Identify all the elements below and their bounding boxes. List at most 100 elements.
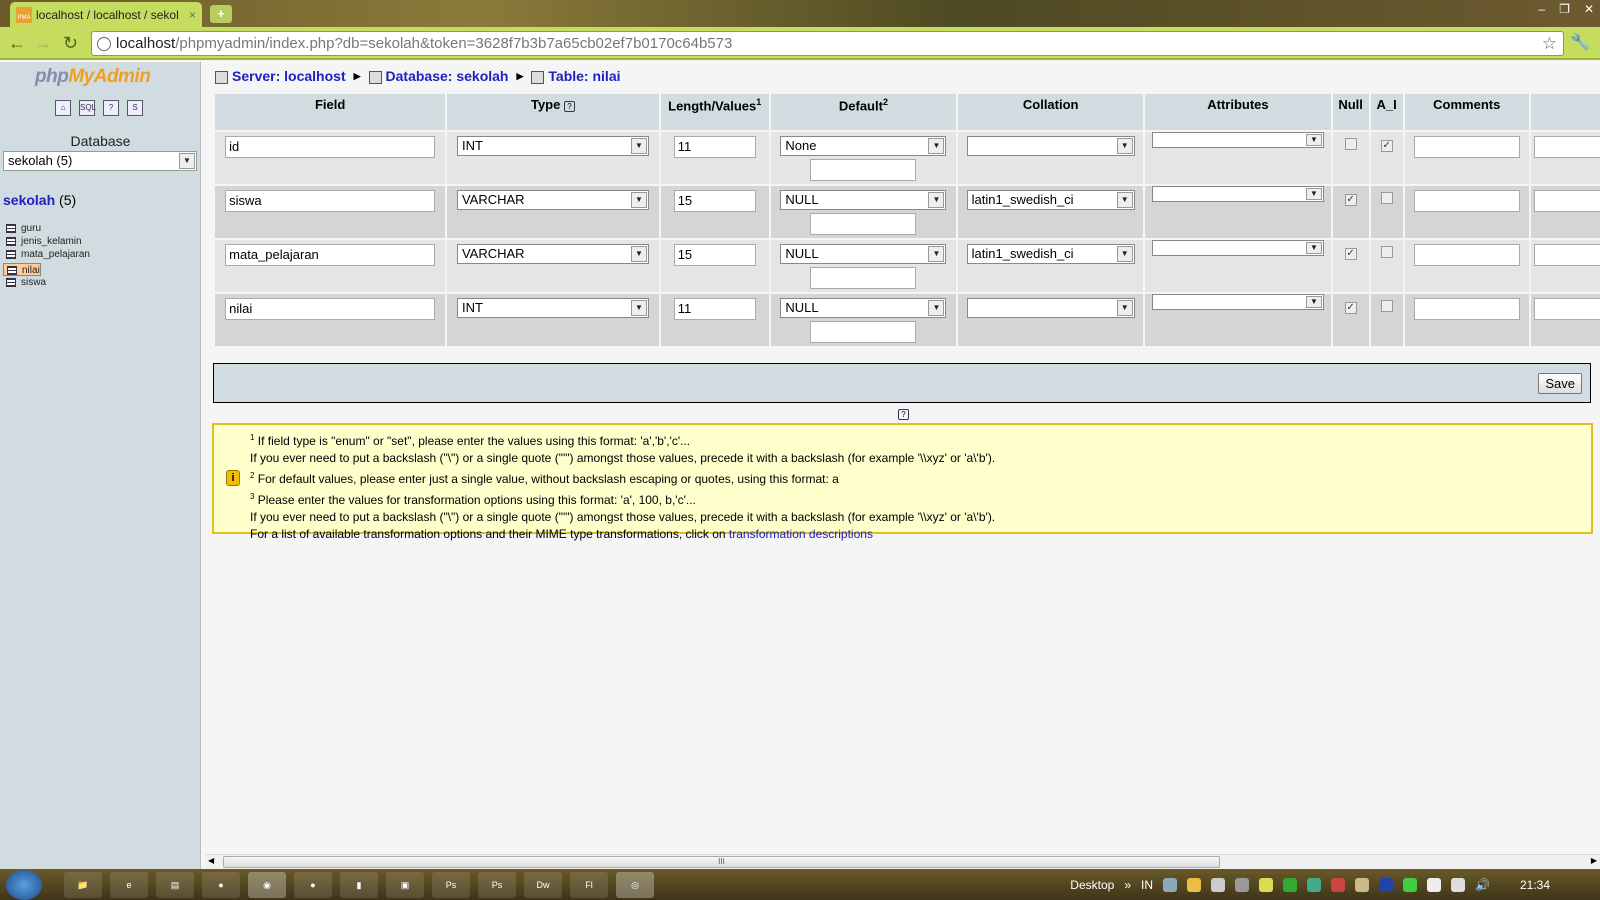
mime-input[interactable] <box>1533 244 1600 266</box>
app-taskbar-icon[interactable]: ● <box>294 871 332 898</box>
bookmark-star-icon[interactable]: ☆ <box>1542 32 1557 55</box>
mime-input[interactable] <box>1533 298 1600 320</box>
field-name-input[interactable]: siswa <box>225 190 436 212</box>
reload-icon[interactable]: ↻ <box>63 33 78 54</box>
database-link[interactable]: sekolah <box>3 192 55 208</box>
collation-select[interactable]: latin1_swedish_ci ▼ <box>966 244 1135 264</box>
chevron-icon[interactable]: » <box>1124 878 1131 892</box>
close-window-icon[interactable]: ✕ <box>1584 2 1594 16</box>
sql-query-icon[interactable]: SQL <box>79 100 96 116</box>
desktop-toolbar[interactable]: Desktop <box>1070 878 1114 892</box>
null-checkbox[interactable]: ✓ <box>1344 248 1357 260</box>
table-name[interactable]: guru <box>21 223 41 234</box>
sql-docs-icon[interactable]: S <box>127 100 143 116</box>
length-input[interactable]: 11 <box>673 298 756 320</box>
address-bar[interactable]: localhost/phpmyadmin/index.php?db=sekola… <box>91 31 1564 56</box>
auto-increment-checkbox[interactable] <box>1380 246 1393 258</box>
language-indicator[interactable]: IN <box>1141 878 1153 892</box>
antivirus-icon[interactable] <box>1331 877 1346 892</box>
minimize-icon[interactable]: – <box>1538 2 1545 16</box>
tray-icon[interactable] <box>1163 877 1178 892</box>
scrollbar-thumb[interactable]: III <box>223 856 1220 868</box>
auto-increment-checkbox[interactable] <box>1380 300 1393 312</box>
null-checkbox[interactable] <box>1344 138 1357 150</box>
files-taskbar-icon[interactable]: ▤ <box>156 871 194 898</box>
attributes-select[interactable]: ▼ <box>1151 240 1324 256</box>
default-select[interactable]: NULL ▼ <box>780 298 947 318</box>
collation-select[interactable]: ▼ <box>966 298 1135 318</box>
type-select[interactable]: INT ▼ <box>456 298 649 318</box>
start-button[interactable] <box>6 869 42 900</box>
table-item-mata-pelajaran[interactable]: mata_pelajaran <box>3 248 198 261</box>
photoshop-taskbar-icon[interactable]: Ps <box>432 871 470 898</box>
collation-select[interactable]: latin1_swedish_ci ▼ <box>966 190 1135 210</box>
save-button[interactable]: Save <box>1538 373 1582 394</box>
action-center-icon[interactable] <box>1211 877 1226 892</box>
default-select[interactable]: NULL ▼ <box>780 244 947 264</box>
auto-increment-checkbox[interactable] <box>1380 192 1393 204</box>
attributes-select[interactable]: ▼ <box>1151 294 1324 310</box>
maximize-icon[interactable]: ❐ <box>1559 2 1570 16</box>
new-tab-button[interactable]: + <box>210 5 232 23</box>
help-icon[interactable]: ? <box>563 101 575 112</box>
type-select[interactable]: VARCHAR ▼ <box>456 190 649 210</box>
comments-input[interactable] <box>1413 136 1520 158</box>
forward-icon[interactable]: → <box>34 33 52 54</box>
browser-tab[interactable]: PMA localhost / localhost / sekol × <box>10 2 202 27</box>
power-icon[interactable] <box>1451 877 1466 892</box>
tray-icon[interactable] <box>1259 877 1274 892</box>
table-name[interactable]: jenis_kelamin <box>21 236 82 247</box>
app-taskbar-icon[interactable]: ◎ <box>616 871 654 898</box>
app-taskbar-icon[interactable]: ▣ <box>386 871 424 898</box>
comments-input[interactable] <box>1413 190 1520 212</box>
field-name-input[interactable]: mata_pelajaran <box>225 244 436 266</box>
photoshop-taskbar-icon[interactable]: Ps <box>478 871 516 898</box>
firefox-taskbar-icon[interactable]: ● <box>202 871 240 898</box>
tray-icon[interactable] <box>1403 877 1418 892</box>
breadcrumb-database[interactable]: Database: sekolah <box>386 68 509 84</box>
length-input[interactable]: 15 <box>673 244 756 266</box>
field-name-input[interactable]: nilai <box>225 298 436 320</box>
table-item-jenis-kelamin[interactable]: jenis_kelamin <box>3 235 198 248</box>
bluetooth-icon[interactable] <box>1379 877 1394 892</box>
default-select[interactable]: NULL ▼ <box>780 190 947 210</box>
table-item-siswa[interactable]: siswa <box>3 276 198 289</box>
network-icon[interactable] <box>1235 877 1250 892</box>
attributes-select[interactable]: ▼ <box>1151 186 1324 202</box>
explorer-taskbar-icon[interactable]: 📁 <box>64 871 102 898</box>
table-name[interactable]: mata_pelajaran <box>21 249 90 260</box>
tray-icon[interactable] <box>1283 877 1298 892</box>
notes-taskbar-icon[interactable]: ▮ <box>340 871 378 898</box>
comments-input[interactable] <box>1413 298 1520 320</box>
back-icon[interactable]: ← <box>8 33 26 54</box>
clock[interactable]: 21:34 <box>1520 878 1550 892</box>
chrome-taskbar-icon[interactable]: ◉ <box>248 871 286 898</box>
dreamweaver-taskbar-icon[interactable]: Dw <box>524 871 562 898</box>
ie-taskbar-icon[interactable]: e <box>110 871 148 898</box>
default-value-input[interactable] <box>810 213 917 235</box>
volume-icon[interactable]: 🔊 <box>1475 878 1490 892</box>
collation-select[interactable]: ▼ <box>966 136 1135 156</box>
type-select[interactable]: INT ▼ <box>456 136 649 156</box>
field-name-input[interactable]: id <box>225 136 436 158</box>
table-item-guru[interactable]: guru <box>3 222 198 235</box>
breadcrumb-table[interactable]: Table: nilai <box>548 68 620 84</box>
home-icon[interactable]: ⌂ <box>55 100 71 116</box>
scroll-right-icon[interactable]: ▶ <box>1591 856 1597 865</box>
scroll-left-icon[interactable]: ◀ <box>208 856 214 865</box>
breadcrumb-server[interactable]: Server: localhost <box>232 68 346 84</box>
tray-icon[interactable] <box>1427 877 1442 892</box>
database-select[interactable]: sekolah (5) ▼ <box>3 151 197 171</box>
null-checkbox[interactable]: ✓ <box>1344 302 1357 314</box>
mime-input[interactable] <box>1533 190 1600 212</box>
tray-icon[interactable] <box>1307 877 1322 892</box>
wrench-icon[interactable]: 🔧 <box>1570 32 1590 52</box>
flash-taskbar-icon[interactable]: Fl <box>570 871 608 898</box>
docs-icon[interactable]: ? <box>103 100 119 116</box>
phpmyadmin-logo[interactable]: phpMyAdmin <box>35 66 151 88</box>
length-input[interactable]: 15 <box>673 190 756 212</box>
tray-icon[interactable] <box>1355 877 1370 892</box>
table-name[interactable]: siswa <box>21 277 46 288</box>
help-icon[interactable]: ? <box>898 409 909 420</box>
length-input[interactable]: 11 <box>673 136 756 158</box>
